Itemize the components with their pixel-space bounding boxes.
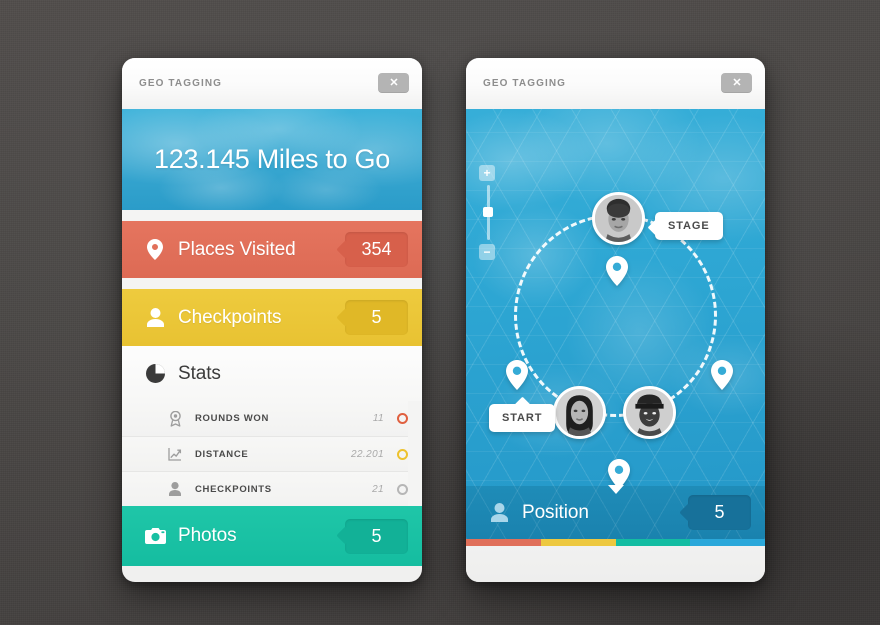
stat-value: 21 <box>372 483 384 495</box>
position-label: Position <box>522 501 589 523</box>
zoom-out-button[interactable]: − <box>479 244 495 260</box>
medal-icon <box>167 410 183 427</box>
position-bar[interactable]: Position 5 <box>466 485 765 539</box>
avatar-photo <box>595 195 642 242</box>
zoom-slider-track[interactable] <box>483 185 493 240</box>
row-label: Places Visited <box>178 238 296 260</box>
stat-value: 11 <box>372 413 384 424</box>
color-strip <box>466 539 765 546</box>
position-badge: 5 <box>688 495 751 530</box>
row-label: Stats <box>178 362 221 384</box>
row-stats[interactable]: Stats <box>122 346 422 401</box>
stage-tooltip-label: STAGE <box>668 220 710 232</box>
line-chart-icon <box>167 446 183 462</box>
map-pin-stage[interactable] <box>606 256 628 286</box>
stat-value: 22.201 <box>351 448 384 460</box>
stat-row-distance[interactable]: DISTANCE 22.201 <box>122 436 408 471</box>
color-strip-segment-4 <box>690 539 765 546</box>
start-tooltip[interactable]: START <box>489 404 556 432</box>
start-tooltip-label: START <box>502 412 543 424</box>
position-notch-icon <box>607 485 624 494</box>
stat-row-rounds-won[interactable]: ROUNDS WON 11 <box>122 401 408 436</box>
color-strip-segment-2 <box>540 539 616 546</box>
map-pin-start[interactable] <box>506 360 528 390</box>
left-card: GEO TAGGING ✕ 123.145 Miles to Go Places… <box>122 58 422 582</box>
status-dot <box>397 448 408 460</box>
status-dot <box>397 483 408 495</box>
close-button[interactable]: ✕ <box>378 73 409 93</box>
photos-badge: 5 <box>345 518 408 554</box>
right-card: GEO TAGGING ✕ + − STAGE START Position 5 <box>466 58 765 582</box>
row-photos[interactable]: Photos 5 <box>122 506 422 566</box>
map-view[interactable]: + − STAGE START Position 5 <box>466 109 765 539</box>
row-divider <box>122 278 422 289</box>
stat-label: CHECKPOINTS <box>195 483 272 495</box>
avatar-stage[interactable] <box>592 192 645 245</box>
pie-chart-icon <box>143 362 167 386</box>
page-title: GEO TAGGING <box>139 77 223 89</box>
avatar-runner-1[interactable] <box>553 386 606 439</box>
row-divider <box>122 210 422 221</box>
hero-banner: 123.145 Miles to Go <box>122 109 422 210</box>
zoom-slider-handle[interactable] <box>483 207 493 217</box>
stat-label: DISTANCE <box>195 448 249 460</box>
miles-to-go-text: 123.145 Miles to Go <box>154 144 390 174</box>
page-title: GEO TAGGING <box>483 77 567 89</box>
map-pin-east[interactable] <box>711 360 733 390</box>
row-places-visited[interactable]: Places Visited 354 <box>122 221 422 278</box>
stats-list: ROUNDS WON 11 DISTANCE 22.201 CHECKPOINT… <box>122 401 422 506</box>
right-card-footer <box>466 546 765 582</box>
avatar-photo <box>626 389 673 436</box>
person-icon <box>143 306 167 330</box>
row-label: Checkpoints <box>178 306 282 328</box>
avatar-runner-2[interactable] <box>623 386 676 439</box>
avatar-photo <box>556 389 603 436</box>
close-icon: ✕ <box>389 76 399 89</box>
stage-tooltip[interactable]: STAGE <box>655 212 723 240</box>
stat-row-checkpoints[interactable]: CHECKPOINTS 21 <box>122 471 408 506</box>
map-pin-icon <box>143 238 167 262</box>
color-strip-segment-3 <box>615 539 691 546</box>
close-icon: ✕ <box>732 76 742 89</box>
close-button[interactable]: ✕ <box>721 73 752 93</box>
person-small-icon <box>167 481 183 497</box>
color-strip-segment-1 <box>466 539 541 546</box>
camera-icon <box>143 524 167 548</box>
stat-label: ROUNDS WON <box>195 413 270 424</box>
status-dot <box>397 413 408 424</box>
left-card-header: GEO TAGGING ✕ <box>122 58 422 109</box>
screen: GEO TAGGING ✕ 123.145 Miles to Go Places… <box>0 0 880 625</box>
zoom-in-button[interactable]: + <box>479 165 495 181</box>
person-icon <box>487 501 511 525</box>
right-card-header: GEO TAGGING ✕ <box>466 58 765 109</box>
places-visited-badge: 354 <box>345 232 408 267</box>
checkpoints-badge: 5 <box>345 300 408 335</box>
row-checkpoints[interactable]: Checkpoints 5 <box>122 289 422 346</box>
map-zoom-control[interactable]: + − <box>479 165 497 260</box>
row-label: Photos <box>178 525 237 546</box>
